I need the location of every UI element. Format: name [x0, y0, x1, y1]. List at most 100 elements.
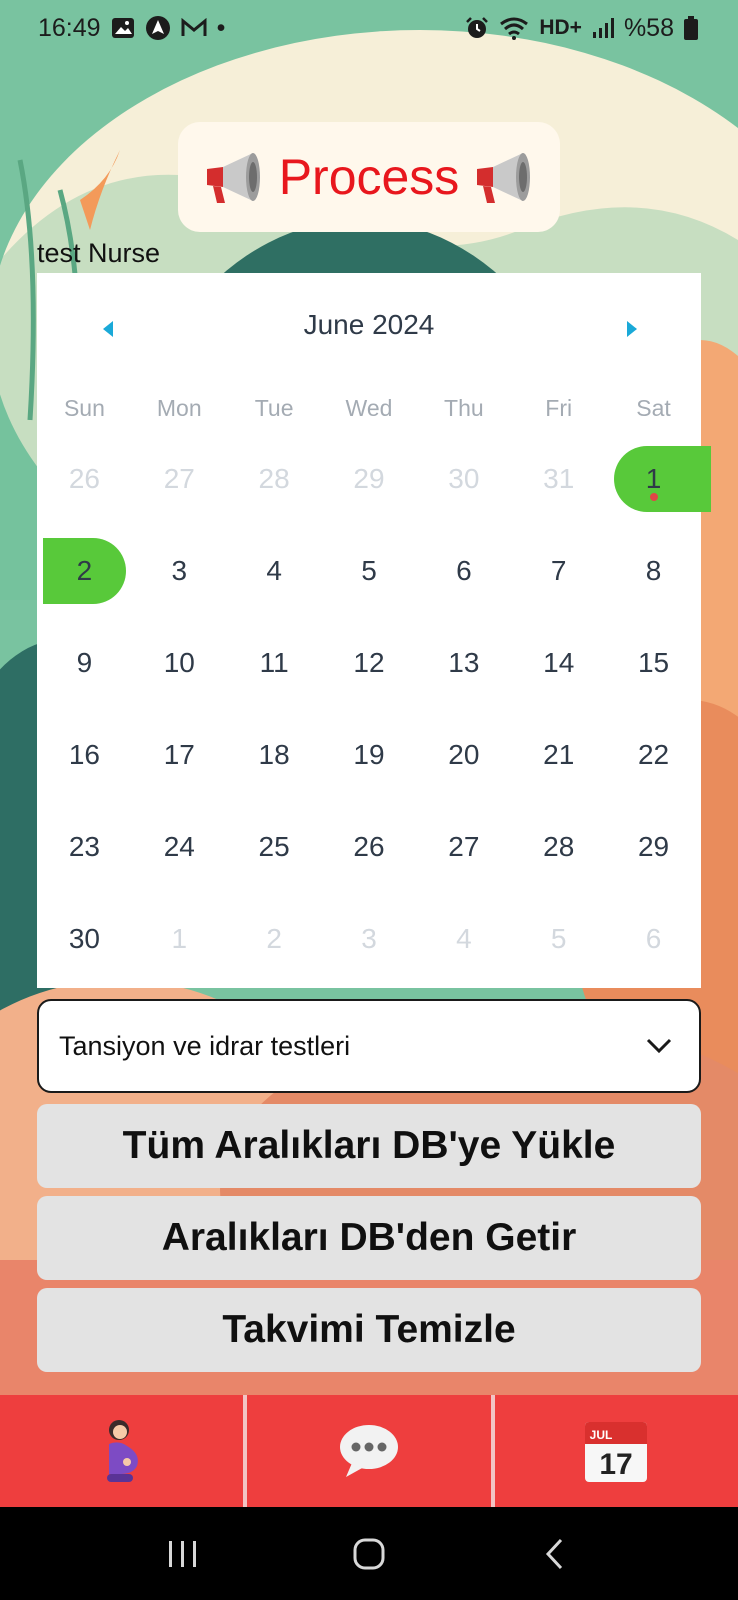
- day-number: 27: [163, 463, 195, 494]
- test-type-dropdown[interactable]: Tansiyon ve idrar testleri: [37, 999, 701, 1093]
- calendar-day[interactable]: 23: [37, 801, 132, 893]
- calendar-weekdays: Sun Mon Tue Wed Thu Fri Sat: [37, 383, 701, 433]
- day-number: 1: [171, 923, 188, 954]
- back-button[interactable]: [525, 1524, 585, 1584]
- alarm-icon: [465, 16, 489, 40]
- day-number: 21: [543, 739, 575, 770]
- calendar-day[interactable]: 4: [227, 525, 322, 617]
- day-number: 26: [353, 831, 385, 862]
- calendar: June 2024 Sun Mon Tue Wed Thu Fri Sat 26…: [37, 273, 711, 988]
- weekday-label: Tue: [254, 395, 294, 421]
- nav-item-messages[interactable]: [247, 1395, 490, 1507]
- day-number: 24: [163, 831, 195, 862]
- calendar-day[interactable]: 28: [227, 433, 322, 525]
- status-right: HD+ %58: [465, 14, 698, 43]
- calendar-day[interactable]: 22: [606, 709, 701, 801]
- calendar-day[interactable]: 1: [132, 893, 227, 985]
- wifi-icon: [499, 16, 529, 40]
- calendar-day-selected-start[interactable]: 1: [606, 433, 711, 525]
- day-number: 19: [353, 739, 385, 770]
- recent-apps-button[interactable]: [153, 1524, 213, 1584]
- calendar-day[interactable]: 28: [511, 801, 606, 893]
- upload-all-ranges-button[interactable]: Tüm Aralıkları DB'ye Yükle: [37, 1104, 701, 1188]
- calendar-day[interactable]: 5: [511, 893, 606, 985]
- calendar-day-selected-end[interactable]: 2: [37, 525, 132, 617]
- calendar-day[interactable]: 10: [132, 617, 227, 709]
- signal-icon: [592, 17, 614, 39]
- home-button[interactable]: [339, 1524, 399, 1584]
- system-navigation-bar: [0, 1507, 738, 1600]
- day-number: 28: [543, 831, 575, 862]
- title-card: Process: [178, 122, 560, 232]
- calendar-day[interactable]: 7: [511, 525, 606, 617]
- day-number: 31: [543, 463, 575, 494]
- navigation-icon: [145, 15, 171, 41]
- calendar-day[interactable]: 13: [416, 617, 511, 709]
- day-number: 27: [448, 831, 480, 862]
- pregnant-woman-icon: [106, 1420, 138, 1482]
- home-icon: [353, 1538, 385, 1569]
- calendar-day[interactable]: 26: [322, 801, 417, 893]
- calendar-day[interactable]: 24: [132, 801, 227, 893]
- calendar-day[interactable]: 26: [37, 433, 132, 525]
- day-number: 8: [645, 555, 662, 586]
- calendar-day[interactable]: 3: [322, 893, 417, 985]
- day-number: 6: [645, 923, 662, 954]
- network-type: HD+: [539, 16, 582, 39]
- calendar-day[interactable]: 5: [322, 525, 417, 617]
- fetch-ranges-button[interactable]: Aralıkları DB'den Getir: [37, 1196, 701, 1280]
- next-month-arrow-icon[interactable]: [621, 317, 643, 341]
- nav-item-pregnancy[interactable]: [0, 1395, 243, 1507]
- calendar-day[interactable]: 6: [606, 893, 701, 985]
- calendar-day[interactable]: 27: [416, 801, 511, 893]
- calendar-day[interactable]: 20: [416, 709, 511, 801]
- day-number: 14: [543, 647, 575, 678]
- user-label: test Nurse: [37, 238, 161, 268]
- calendar-day[interactable]: 31: [511, 433, 606, 525]
- calendar-day[interactable]: 4: [416, 893, 511, 985]
- day-number: 6: [456, 555, 472, 586]
- calendar-day[interactable]: 19: [322, 709, 417, 801]
- calendar-day[interactable]: 16: [37, 709, 132, 801]
- weekday-label: Fri: [545, 395, 573, 421]
- calendar-day[interactable]: 14: [511, 617, 606, 709]
- weekday-label: Mon: [156, 395, 202, 421]
- calendar-icon-month: JUL: [590, 1428, 613, 1442]
- day-number: 10: [163, 647, 195, 678]
- back-icon: [545, 1538, 563, 1569]
- calendar-day[interactable]: 29: [322, 433, 417, 525]
- nav-item-calendar[interactable]: JUL 17: [495, 1395, 738, 1507]
- day-number: 30: [448, 463, 480, 494]
- calendar-day[interactable]: 3: [132, 525, 227, 617]
- calendar-day[interactable]: 29: [606, 801, 701, 893]
- weekday-label: Sun: [63, 395, 105, 421]
- day-number: 29: [353, 463, 385, 494]
- status-dot: •: [216, 13, 226, 42]
- calendar-day[interactable]: 2: [227, 893, 322, 985]
- calendar-day[interactable]: 8: [606, 525, 701, 617]
- calendar-day[interactable]: 9: [37, 617, 132, 709]
- calendar-day[interactable]: 6: [416, 525, 511, 617]
- calendar-day[interactable]: 30: [416, 433, 511, 525]
- calendar-day[interactable]: 11: [227, 617, 322, 709]
- calendar-day[interactable]: 25: [227, 801, 322, 893]
- weekday-label: Wed: [345, 395, 393, 421]
- status-bar: 16:49 • HD+ %58: [0, 0, 738, 56]
- day-number: 1: [645, 463, 662, 494]
- calendar-day[interactable]: 18: [227, 709, 322, 801]
- clear-calendar-button[interactable]: Takvimi Temizle: [37, 1288, 701, 1372]
- day-number: 25: [258, 831, 290, 862]
- calendar-days-grid: 26 27 28 29 30 31 1 2 3 4 5 6 7 8 9 10 1…: [37, 433, 711, 985]
- calendar-day[interactable]: 21: [511, 709, 606, 801]
- calendar-day[interactable]: 15: [606, 617, 701, 709]
- dropdown-selected-value: Tansiyon ve idrar testleri: [59, 1030, 351, 1061]
- calendar-icon: JUL 17: [585, 1422, 648, 1482]
- calendar-month-label: June 2024: [303, 309, 435, 340]
- day-number: 9: [76, 647, 93, 678]
- recent-apps-icon: [169, 1540, 196, 1567]
- calendar-day[interactable]: 27: [132, 433, 227, 525]
- calendar-day[interactable]: 17: [132, 709, 227, 801]
- day-number: 13: [448, 647, 480, 678]
- calendar-day[interactable]: 12: [322, 617, 417, 709]
- calendar-day[interactable]: 30: [37, 893, 132, 985]
